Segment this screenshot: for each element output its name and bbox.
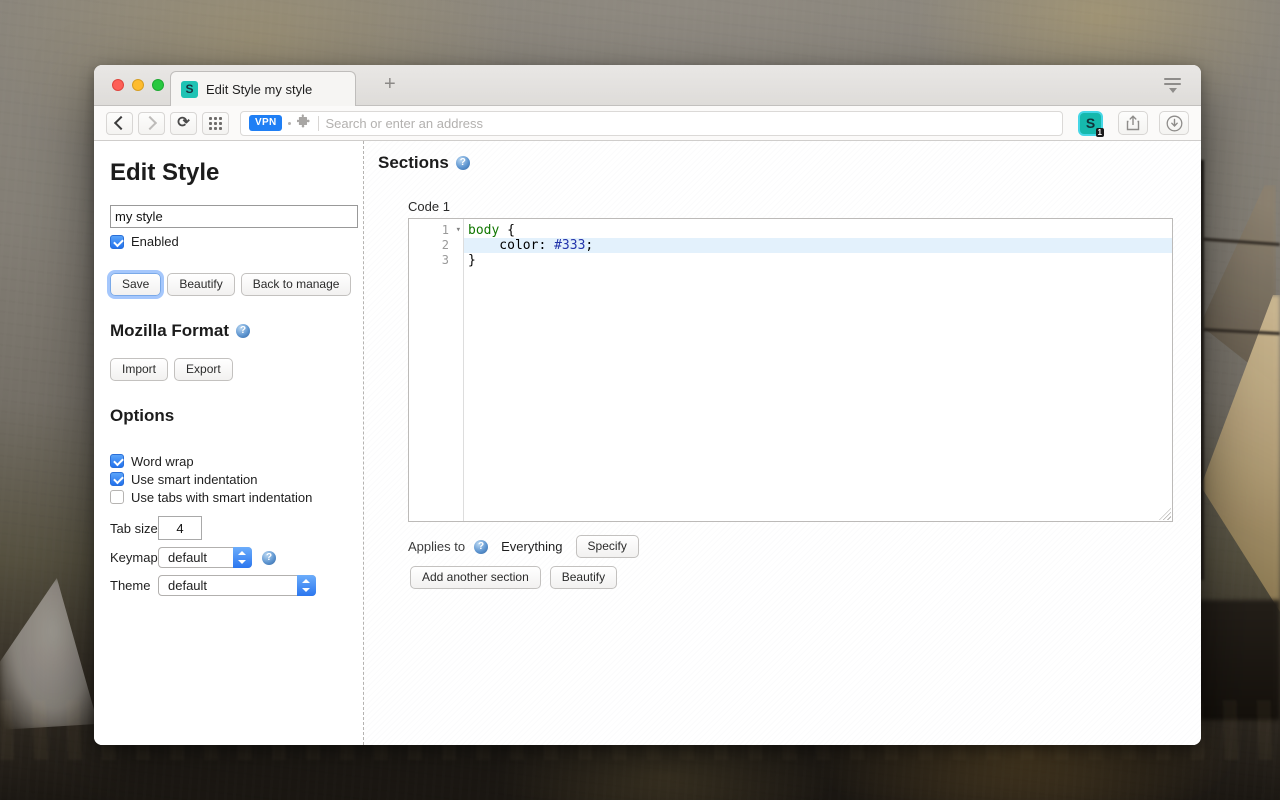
enabled-checkbox[interactable] [110,235,124,249]
code-section: Code 1 1▾body {2 color: #333;3} [408,199,1201,522]
code-line[interactable]: 2 color: #333; [409,238,1172,253]
option-row: Word wrap [110,452,347,470]
tab-size-label: Tab size [110,521,158,536]
minimize-window-button[interactable] [132,79,144,91]
line-number[interactable]: 2 [409,238,463,253]
code-editor[interactable]: 1▾body {2 color: #333;3} [408,218,1173,522]
page-content: Edit Style Enabled Save Beautify Back to… [94,141,1201,745]
share-icon [1126,115,1140,131]
separator-dot [288,122,291,125]
section-beautify-button[interactable]: Beautify [550,566,617,589]
extension-badge: 1 [1096,128,1104,137]
help-icon[interactable] [262,551,276,565]
mozilla-buttons: Import Export [110,358,347,381]
add-another-section-button[interactable]: Add another section [410,566,541,589]
section-buttons: Add another section Beautify [410,566,1201,589]
stylish-extension-button[interactable]: S 1 [1080,113,1101,134]
beautify-button[interactable]: Beautify [167,273,234,296]
forward-icon [143,116,157,130]
option-row: Use tabs with smart indentation [110,488,347,506]
options-heading: Options [110,406,347,426]
help-icon[interactable] [236,324,250,338]
theme-select[interactable]: default [158,575,316,596]
reload-icon: ⟳ [177,115,190,130]
export-button[interactable]: Export [174,358,233,381]
code-label: Code 1 [408,199,1201,214]
applies-to-value: Everything [501,539,562,554]
theme-label: Theme [110,578,158,593]
back-button[interactable] [106,112,133,135]
resize-grip-icon[interactable] [1159,508,1171,520]
tab-title: Edit Style my style [206,82,312,97]
grid-icon [209,117,222,130]
word-wrap-checkbox[interactable] [110,454,124,468]
page-title: Edit Style [110,159,347,187]
downloads-button[interactable] [1159,111,1189,135]
tab-size-input[interactable] [158,516,202,540]
gutter-divider [463,219,464,521]
vpn-badge[interactable]: VPN [249,115,282,131]
reload-button[interactable]: ⟳ [170,112,197,135]
option-row: Use smart indentation [110,470,347,488]
tabs-smart-indent-checkbox[interactable] [110,490,124,504]
active-tab[interactable]: S Edit Style my style [170,71,356,106]
browser-window: S Edit Style my style + ⟳ VPN Search or … [94,65,1201,745]
tab-size-row: Tab size [110,516,347,540]
forward-button[interactable] [138,112,165,135]
speed-dial-button[interactable] [202,112,229,135]
new-tab-button[interactable]: + [384,73,396,95]
applies-to-row: Applies to Everything Specify [408,535,1201,558]
sections-pane: Sections Code 1 1▾body {2 color: #333;3}… [364,141,1201,745]
address-separator [318,116,319,131]
address-placeholder: Search or enter an address [325,116,483,131]
smart-indent-checkbox[interactable] [110,472,124,486]
close-window-button[interactable] [112,79,124,91]
enabled-row: Enabled [110,234,347,249]
keymap-select[interactable]: default [158,547,252,568]
stylish-extension-icon: S [1086,115,1095,131]
primary-buttons: Save Beautify Back to manage [110,273,347,296]
address-bar[interactable]: VPN Search or enter an address [240,111,1063,136]
theme-row: Theme default [110,575,347,596]
code-text: } [463,253,1172,268]
back-icon [114,116,128,130]
style-name-input[interactable] [110,205,358,228]
tab-bar: S Edit Style my style + [94,65,1201,106]
window-controls [112,79,164,91]
keymap-row: Keymap default [110,547,347,568]
zoom-window-button[interactable] [152,79,164,91]
options-checkboxes: Word wrap Use smart indentation Use tabs… [110,452,347,506]
browser-toolbar: ⟳ VPN Search or enter an address S 1 [94,106,1201,141]
help-icon[interactable] [474,540,488,554]
share-button[interactable] [1118,111,1148,135]
select-arrows-icon [297,575,316,596]
stylish-favicon: S [181,81,198,98]
keymap-label: Keymap [110,550,158,565]
import-button[interactable]: Import [110,358,168,381]
code-text: body { [463,223,1172,238]
enabled-label: Enabled [131,234,179,249]
select-arrows-icon [233,547,252,568]
specify-button[interactable]: Specify [576,535,639,558]
code-text: color: #333; [463,238,1172,253]
sections-heading: Sections [378,153,1201,173]
save-button[interactable]: Save [110,273,161,296]
extension-puzzle-icon[interactable] [297,113,312,133]
download-icon [1166,115,1183,132]
tab-menu-icon[interactable] [1164,78,1181,93]
edit-style-panel: Edit Style Enabled Save Beautify Back to… [94,141,364,745]
back-to-manage-button[interactable]: Back to manage [241,273,352,296]
help-icon[interactable] [456,156,470,170]
line-number[interactable]: 1▾ [409,223,463,238]
code-line[interactable]: 3} [409,253,1172,268]
code-line[interactable]: 1▾body { [409,223,1172,238]
fold-arrow-icon[interactable]: ▾ [456,223,461,238]
mozilla-format-heading: Mozilla Format [110,321,347,341]
applies-to-label: Applies to [408,539,465,554]
line-number[interactable]: 3 [409,253,463,268]
